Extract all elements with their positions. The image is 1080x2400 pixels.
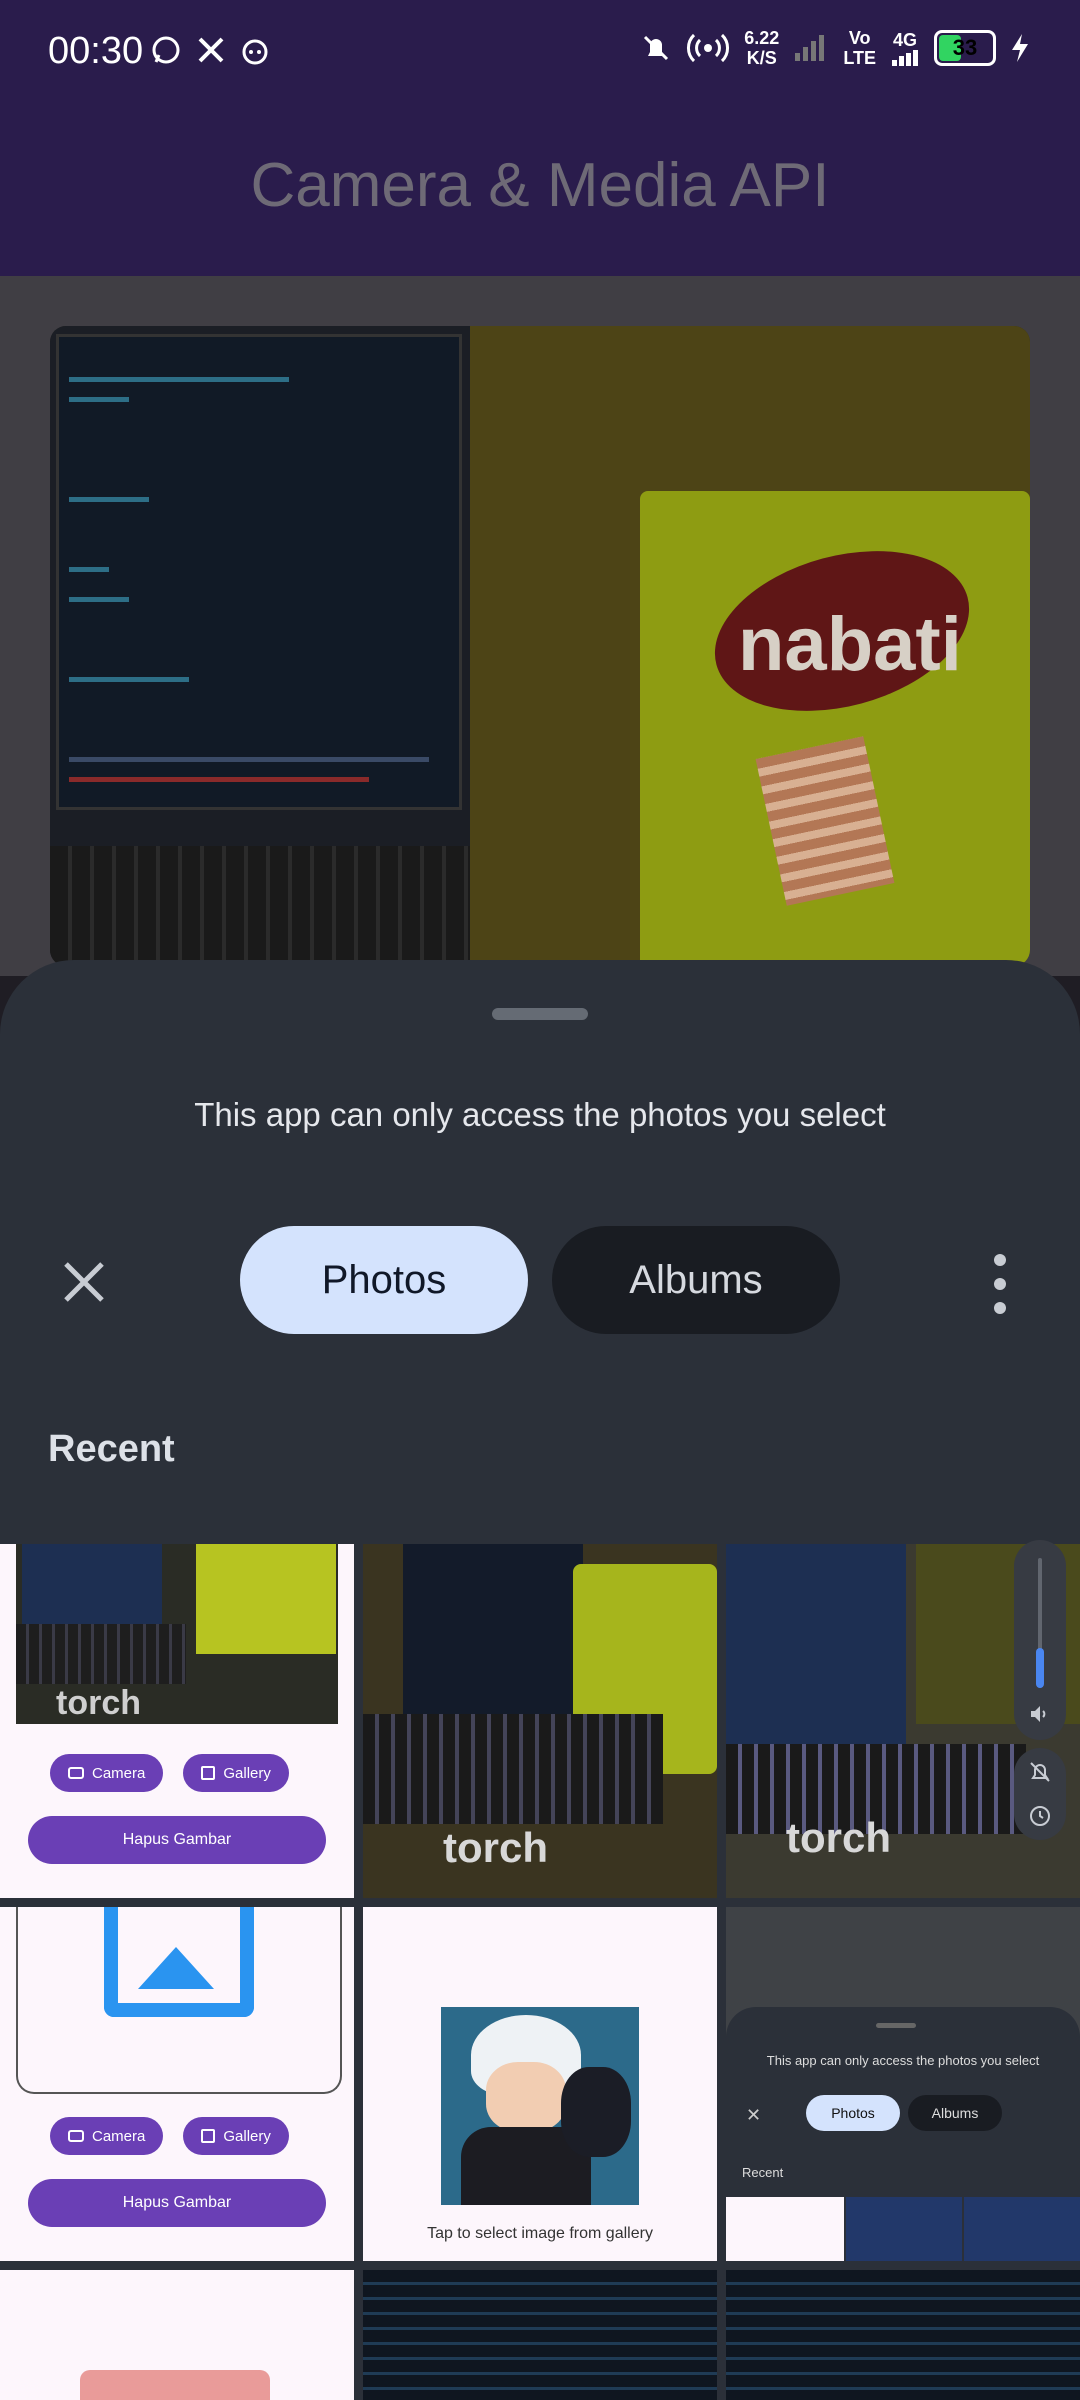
signal-icon: [793, 33, 829, 63]
drag-handle[interactable]: [492, 1008, 588, 1020]
thumbnail-logo-text: torch: [56, 1684, 141, 1722]
anime-character-image: [441, 2007, 639, 2205]
mini-message: This app can only access the photos you …: [766, 2053, 1040, 2068]
remove-image-button: Hapus Gambar: [28, 2179, 326, 2227]
photo-picker-sheet: This app can only access the photos you …: [0, 960, 1080, 2400]
gallery-icon: [201, 2129, 216, 2143]
keyboard: [50, 846, 470, 966]
camera-label: Camera: [92, 2127, 146, 2145]
network-type: 4G: [890, 30, 920, 66]
dot-icon: [994, 1302, 1006, 1314]
thumbnail-logo-text: torch: [786, 1814, 891, 1861]
tap-hint-text: Tap to select image from gallery: [427, 2225, 653, 2242]
network-speed: 6.22 K/S: [744, 28, 779, 68]
tab-photos[interactable]: Photos: [240, 1226, 528, 1334]
mini-picker-screenshot: This app can only access the photos you …: [726, 2007, 1080, 2261]
timer-icon[interactable]: [1028, 1804, 1052, 1833]
hotspot-icon: [686, 30, 730, 66]
dot-icon: [994, 1278, 1006, 1290]
camera-icon: [68, 2130, 84, 2142]
speaker-icon: [1028, 1702, 1052, 1731]
whatsapp-icon: [150, 34, 182, 66]
battery-icon: 33: [934, 30, 996, 66]
code-screenshot: [726, 2270, 1080, 2400]
battery-level: 33: [952, 35, 978, 60]
photo-thumbnail[interactable]: [0, 2270, 354, 2400]
volume-extra-controls: [1014, 1748, 1066, 1840]
volte-indicator: Vo LTE: [843, 28, 876, 68]
mute-bell-icon: [640, 32, 672, 64]
selected-photo: nabati: [50, 326, 1030, 966]
volte-bottom: LTE: [843, 48, 876, 68]
close-button[interactable]: [52, 1250, 116, 1314]
camera-label: Camera: [92, 1764, 146, 1782]
page-title: Camera & Media API: [250, 151, 830, 220]
image-icon: [104, 1907, 254, 2017]
remove-image-button: Hapus Gambar: [28, 1816, 326, 1864]
mini-tab-photos: Photos: [806, 2095, 900, 2131]
mute-toggle-icon[interactable]: [1028, 1760, 1052, 1789]
more-options-button[interactable]: [980, 1254, 1020, 1314]
signal-bars-icon: [892, 50, 918, 66]
gallery-button: Gallery: [183, 2117, 289, 2155]
photo-thumbnail[interactable]: [363, 2270, 717, 2400]
mini-tab-albums: Albums: [908, 2095, 1002, 2131]
gallery-label: Gallery: [223, 2127, 271, 2145]
laptop-image: [50, 326, 470, 966]
tab-albums[interactable]: Albums: [552, 1226, 840, 1334]
close-icon: [64, 1262, 104, 1302]
photo-thumbnail[interactable]: Tap to select image from gallery: [363, 1907, 717, 2261]
gallery-button: Gallery: [183, 1754, 289, 1792]
camera-icon: [68, 1767, 84, 1779]
mini-section-title: Recent: [742, 2165, 784, 2180]
camera-button: Camera: [50, 1754, 164, 1792]
speed-value: 6.22: [744, 28, 780, 48]
network-label: 4G: [892, 30, 917, 50]
dot-icon: [994, 1254, 1006, 1266]
gallery-label: Gallery: [223, 1764, 271, 1782]
camera-button: Camera: [50, 2117, 164, 2155]
gallery-icon: [201, 1766, 216, 1780]
thumbnail-photo: torch: [16, 1544, 338, 1724]
photo-thumbnail[interactable]: This app can only access the photos you …: [726, 1907, 1080, 2261]
volume-slider[interactable]: [1014, 1540, 1066, 1740]
app-bar: 00:30 6.22 K/S Vo LTE 4G 33 Camera & Med…: [0, 0, 1080, 276]
thumbnail-logo-text: torch: [443, 1824, 548, 1871]
section-title-recent: Recent: [48, 1428, 175, 1470]
volte-top: Vo: [848, 28, 871, 48]
photo-thumbnail[interactable]: [726, 2270, 1080, 2400]
speed-unit: K/S: [746, 48, 777, 68]
status-time: 00:30: [48, 30, 144, 72]
mini-close-icon: ✕: [746, 2105, 762, 2125]
image-placeholder: [16, 1907, 342, 2094]
x-app-icon: [196, 34, 226, 66]
access-message: This app can only access the photos you …: [194, 1096, 886, 1133]
photo-thumbnail[interactable]: torch Camera Gallery Hapus Gambar: [0, 1544, 354, 1898]
status-bar: 00:30 6.22 K/S Vo LTE 4G 33: [0, 0, 1080, 108]
charging-icon: [1010, 32, 1030, 64]
code-screenshot: [363, 2270, 717, 2400]
reddit-icon: [240, 34, 270, 66]
photo-thumbnail[interactable]: torch: [363, 1544, 717, 1898]
brand-text: nabati: [738, 602, 962, 687]
laptop-screen: [56, 334, 462, 810]
photo-thumbnail[interactable]: Camera Gallery Hapus Gambar: [0, 1907, 354, 2261]
